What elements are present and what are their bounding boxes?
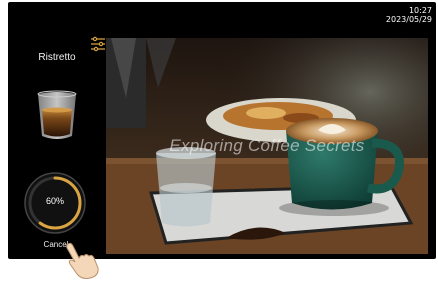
pointing-hand-icon xyxy=(62,240,102,280)
brew-progress-dial: 60% xyxy=(22,170,88,236)
drink-name: Ristretto xyxy=(38,52,76,63)
coffee-machine-screen: 10:27 2023/05/29 Ristretto 60% Cancel Ex… xyxy=(8,2,436,259)
status-clock: 10:27 2023/05/29 xyxy=(386,6,432,24)
settings-sliders-icon[interactable] xyxy=(90,36,106,52)
clock-time: 10:27 xyxy=(408,6,432,15)
clock-date: 2023/05/29 xyxy=(385,15,432,24)
background-caption: Exploring Coffee Secrets xyxy=(169,136,365,155)
espresso-glass-icon xyxy=(34,88,80,144)
progress-percent: 60% xyxy=(45,196,64,206)
background-coffee-photo: Exploring Coffee Secrets xyxy=(106,38,428,254)
